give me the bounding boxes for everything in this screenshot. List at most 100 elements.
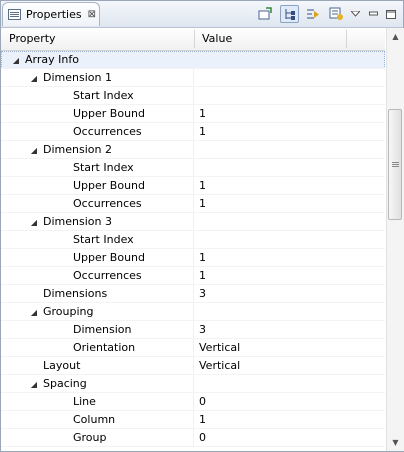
property-label: Start Index [73, 89, 134, 102]
value-cell[interactable] [194, 69, 385, 87]
property-label: Occurrences [73, 197, 142, 210]
property-cell[interactable]: Line [1, 393, 194, 411]
table-row[interactable]: Dimension 3 [1, 321, 385, 339]
value-cell[interactable] [194, 303, 385, 321]
close-icon[interactable]: ⊠ [88, 9, 96, 20]
property-cell[interactable]: Start Index [1, 231, 194, 249]
value-cell[interactable]: 1 [194, 267, 385, 285]
property-cell[interactable]: Dimensions [1, 285, 194, 303]
value-cell[interactable] [194, 375, 385, 393]
scroll-up-button[interactable]: ▲ [387, 28, 404, 45]
pin-icon[interactable] [256, 5, 274, 23]
table-row[interactable]: Upper Bound 1 [1, 105, 385, 123]
table-row[interactable]: Line 0 [1, 393, 385, 411]
property-cell[interactable]: Occurrences [1, 267, 194, 285]
value-cell[interactable]: 0 [194, 393, 385, 411]
view-title-bar: Properties ⊠ [1, 1, 403, 28]
column-divider[interactable] [346, 30, 347, 48]
property-cell[interactable]: ◢ Spacing [1, 375, 194, 393]
property-cell[interactable]: Upper Bound [1, 105, 194, 123]
table-row[interactable]: Upper Bound 1 [1, 177, 385, 195]
value-cell[interactable]: 3 [194, 285, 385, 303]
table-row[interactable]: Group 0 [1, 429, 385, 447]
property-cell[interactable]: Upper Bound [1, 249, 194, 267]
properties-tab[interactable]: Properties ⊠ [2, 2, 100, 26]
table-row[interactable]: Start Index [1, 231, 385, 249]
property-cell[interactable]: Dimension [1, 321, 194, 339]
properties-view: Properties ⊠ Property Value ◢ Array Info… [0, 0, 404, 452]
table-row[interactable]: ◢ Dimension 3 [1, 213, 385, 231]
value-cell[interactable] [194, 51, 385, 69]
table-row[interactable]: ◢ Grouping [1, 303, 385, 321]
property-cell[interactable]: ◢ Dimension 2 [1, 141, 194, 159]
property-cell[interactable]: Occurrences [1, 195, 194, 213]
table-row[interactable]: ◢ Dimension 1 [1, 69, 385, 87]
table-row[interactable]: ◢ Spacing [1, 375, 385, 393]
view-menu-icon[interactable] [349, 5, 361, 23]
table-row[interactable]: ◢ Array Info [1, 51, 385, 69]
value-cell[interactable] [194, 159, 385, 177]
property-label: Upper Bound [73, 251, 146, 264]
scroll-down-button[interactable]: ▼ [387, 434, 404, 451]
table-row[interactable]: Start Index [1, 87, 385, 105]
value-cell[interactable] [194, 87, 385, 105]
table-row[interactable]: Column 1 [1, 411, 385, 429]
row-divider [1, 446, 385, 447]
table-row[interactable]: Occurrences 1 [1, 195, 385, 213]
property-label: Column [73, 413, 116, 426]
value-cell[interactable] [194, 231, 385, 249]
table-row[interactable]: Dimensions 3 [1, 285, 385, 303]
property-label: Orientation [73, 341, 136, 354]
property-label: Group [73, 431, 107, 444]
value-cell[interactable]: 1 [194, 411, 385, 429]
property-rows: ◢ Array Info ◢ Dimension 1 Start Index Upper … [1, 51, 385, 447]
property-label: Layout [43, 359, 81, 372]
column-header-property[interactable]: Property [1, 28, 194, 50]
value-cell[interactable]: Vertical [194, 339, 385, 357]
property-label: Start Index [73, 161, 134, 174]
value-cell[interactable]: 1 [194, 249, 385, 267]
property-label: Array Info [25, 53, 79, 66]
property-cell[interactable]: Start Index [1, 159, 194, 177]
property-cell[interactable]: ◢ Array Info [1, 51, 194, 69]
value-cell[interactable]: 1 [194, 123, 385, 141]
value-cell[interactable]: Vertical [194, 357, 385, 375]
property-cell[interactable]: ◢ Grouping [1, 303, 194, 321]
vertical-scrollbar[interactable]: ▲ ▼ [386, 28, 404, 451]
table-row[interactable]: Upper Bound 1 [1, 249, 385, 267]
value-cell[interactable]: 3 [194, 321, 385, 339]
property-cell[interactable]: Start Index [1, 87, 194, 105]
value-cell[interactable]: 0 [194, 429, 385, 447]
property-cell[interactable]: Column [1, 411, 194, 429]
table-row[interactable]: Layout Vertical [1, 357, 385, 375]
scroll-thumb[interactable] [388, 109, 402, 220]
column-header-value[interactable]: Value [194, 28, 346, 50]
property-cell[interactable]: ◢ Dimension 3 [1, 213, 194, 231]
property-cell[interactable]: Orientation [1, 339, 194, 357]
property-cell[interactable]: Occurrences [1, 123, 194, 141]
maximize-icon[interactable] [385, 5, 397, 23]
property-label: Upper Bound [73, 107, 146, 120]
property-label: Spacing [43, 377, 87, 390]
property-cell[interactable]: Layout [1, 357, 194, 375]
table-row[interactable]: Orientation Vertical [1, 339, 385, 357]
property-label: Start Index [73, 233, 134, 246]
minimize-icon[interactable] [367, 5, 379, 23]
table-row[interactable]: ◢ Dimension 2 [1, 141, 385, 159]
value-cell[interactable]: 1 [194, 177, 385, 195]
value-cell[interactable]: 1 [194, 105, 385, 123]
advanced-icon[interactable] [327, 5, 345, 23]
property-cell[interactable]: Upper Bound [1, 177, 194, 195]
tree-view-icon[interactable] [280, 5, 299, 23]
table-row[interactable]: Occurrences 1 [1, 267, 385, 285]
value-cell[interactable] [194, 141, 385, 159]
property-label: Grouping [43, 305, 94, 318]
value-cell[interactable]: 1 [194, 195, 385, 213]
filter-icon[interactable] [304, 5, 322, 23]
table-row[interactable]: Start Index [1, 159, 385, 177]
property-cell[interactable]: Group [1, 429, 194, 447]
property-label: Line [73, 395, 96, 408]
value-cell[interactable] [194, 213, 385, 231]
table-row[interactable]: Occurrences 1 [1, 123, 385, 141]
property-cell[interactable]: ◢ Dimension 1 [1, 69, 194, 87]
